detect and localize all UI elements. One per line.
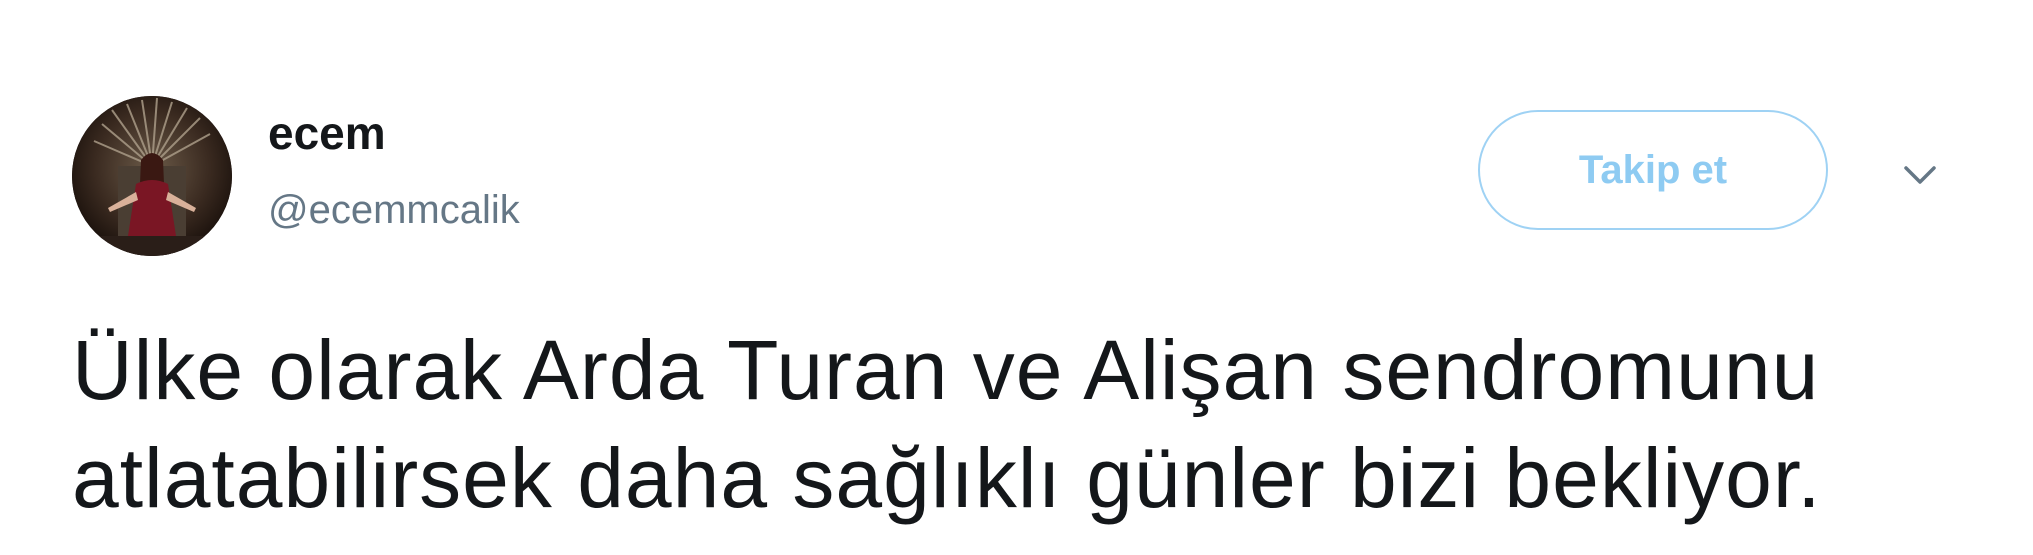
tweet-card: ecem @ecemmcalik Takip et Ülke olarak Ar… [0,0,2033,555]
tweet-text-line: atlatabilirsek daha sağlıklı günler bizi… [72,431,1822,525]
follow-button[interactable]: Takip et [1478,110,1828,230]
chevron-down-icon[interactable] [1896,152,1944,200]
avatar[interactable] [72,96,232,256]
avatar-image [72,96,232,256]
tweet-text: Ülke olarak Arda Turan ve Alişan sendrom… [72,316,1972,532]
tweet-text-line: Ülke olarak Arda Turan ve Alişan sendrom… [72,323,1820,417]
user-display-name[interactable]: ecem [268,110,386,156]
user-handle[interactable]: @ecemmcalik [268,190,520,230]
